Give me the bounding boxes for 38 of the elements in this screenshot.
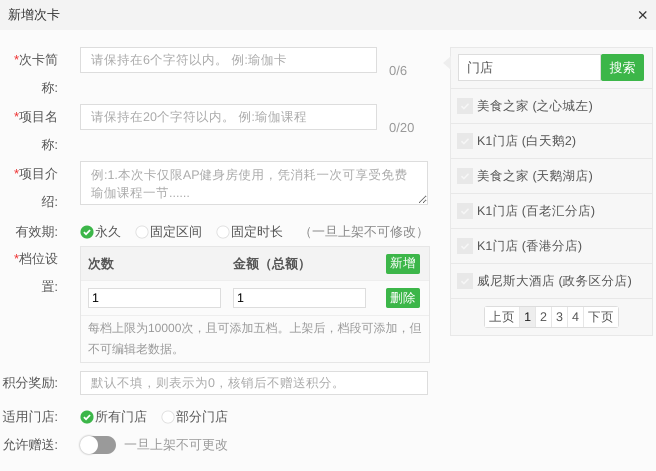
field-label: *项目名称: [12,108,58,154]
store-item[interactable]: K1门店 (白天鹅2) [451,124,652,159]
page-button[interactable]: 上页 [485,307,520,327]
close-button[interactable]: × [635,6,650,24]
input-field[interactable]: 请保持在6个字符以内。 例:瑜伽卡 [80,47,377,73]
store-item[interactable]: K1门店 (香港分店) [451,229,652,264]
count-input[interactable]: 1 [88,288,221,308]
field-label: 积分奖励: [1,374,58,392]
radio-option[interactable]: 固定时长 [216,223,283,241]
dialog-title: 新增次卡 [8,6,60,24]
field-label: *次卡简称: [12,51,58,97]
store-item[interactable]: 美食之家 (天鹅湖店) [451,159,652,194]
column-header: 次数 [87,254,115,272]
note-text: 一旦上架不可更改 [124,436,228,454]
char-counter: 0/20 [389,120,414,135]
input-field[interactable]: 默认不填，则表示为0，核销后不赠送积分。 [80,371,428,395]
field-label: 允许赠送: [1,436,58,454]
column-header: 金额（总额） [232,254,312,272]
field-label: 有效期: [14,222,58,240]
amount-input[interactable]: 1 [233,288,366,308]
radio-option[interactable]: 永久 [80,223,121,241]
radio-option[interactable]: 部分门店 [161,408,228,426]
field-label: *档位设置: [12,250,58,296]
hint-text: 每档上限为10000次，且可添加五档。上架后，档段可添加，但不可编辑老数据。 [87,320,422,358]
search-field[interactable]: 门店 [458,54,601,81]
store-item[interactable]: K1门店 (百老汇分店) [451,194,652,229]
textarea-field[interactable]: 例:1.本次卡仅限AP健身房使用，凭消耗一次可享受免费瑜伽课程一节...... [80,161,428,205]
store-item[interactable]: 威尼斯大酒店 (政务区分店) [451,264,652,299]
field-label: 适用门店: [1,408,58,426]
field-label: *项目介绍: [12,165,58,211]
char-counter: 0/6 [389,63,408,78]
input-field[interactable]: 请保持在20个字符以内。 例:瑜伽课程 [80,104,377,130]
store-item[interactable]: 美食之家 (之心城左) [451,89,652,124]
note-text: （一旦上架不可修改） [299,223,429,241]
page-button[interactable]: 1 [520,307,536,327]
radio-option[interactable]: 固定区间 [135,223,202,241]
toggle-switch[interactable] [80,436,116,454]
radio-option[interactable]: 所有门店 [80,408,147,426]
